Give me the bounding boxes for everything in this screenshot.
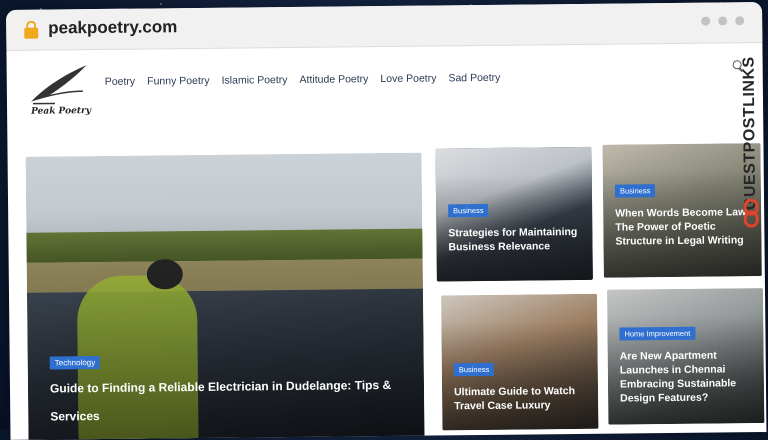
post-title[interactable]: When Words Become Law The Power of Poeti…	[615, 205, 755, 248]
window-dot[interactable]	[735, 16, 745, 26]
link-icon	[743, 198, 759, 228]
nav-item-love-poetry[interactable]: Love Poetry	[380, 72, 436, 85]
nav-item-attitude-poetry[interactable]: Attitude Poetry	[299, 73, 368, 86]
category-badge[interactable]: Technology	[49, 355, 101, 370]
featured-post-card[interactable]: Technology Guide to Finding a Reliable E…	[25, 152, 425, 440]
window-dot[interactable]	[701, 16, 711, 26]
category-badge[interactable]: Home Improvement	[619, 326, 696, 341]
post-card[interactable]: Business Strategies for Maintaining Busi…	[435, 146, 593, 282]
address-bar-url[interactable]: peakpoetry.com	[48, 17, 177, 38]
window-dot[interactable]	[718, 16, 728, 26]
post-card[interactable]: Business Ultimate Guide to Watch Travel …	[441, 293, 599, 431]
quill-logo-icon	[30, 65, 87, 105]
site-logo[interactable]: Peak Poetry	[25, 61, 98, 120]
post-card[interactable]: Business When Words Become Law The Power…	[602, 143, 762, 278]
nav-item-islamic-poetry[interactable]: Islamic Poetry	[222, 74, 288, 87]
site-header: Peak Poetry Poetry Funny Poetry Islamic …	[6, 42, 763, 130]
browser-window: peakpoetry.com Peak Poetry Poetry Funny …	[6, 2, 767, 440]
post-title[interactable]: Are New Apartment Launches in Chennai Em…	[620, 348, 759, 405]
post-title[interactable]: Ultimate Guide to Watch Travel Case Luxu…	[454, 384, 592, 413]
category-badge[interactable]: Business	[453, 362, 495, 377]
window-controls	[701, 16, 745, 26]
main-nav: Poetry Funny Poetry Islamic Poetry Attit…	[105, 72, 501, 88]
category-badge[interactable]: Business	[448, 203, 489, 218]
logo-text: Peak Poetry	[31, 106, 91, 117]
post-card[interactable]: Home Improvement Are New Apartment Launc…	[606, 288, 765, 425]
lock-icon	[24, 20, 39, 39]
nav-item-funny-poetry[interactable]: Funny Poetry	[147, 75, 210, 88]
category-badge[interactable]: Business	[614, 184, 656, 198]
nav-item-poetry[interactable]: Poetry	[105, 76, 135, 88]
nav-item-sad-poetry[interactable]: Sad Poetry	[448, 72, 500, 85]
post-title[interactable]: Guide to Finding a Reliable Electrician …	[50, 371, 401, 431]
post-title[interactable]: Strategies for Maintaining Business Rele…	[448, 225, 583, 254]
watermark-text: GUESTPOSTLINKS	[740, 56, 760, 211]
